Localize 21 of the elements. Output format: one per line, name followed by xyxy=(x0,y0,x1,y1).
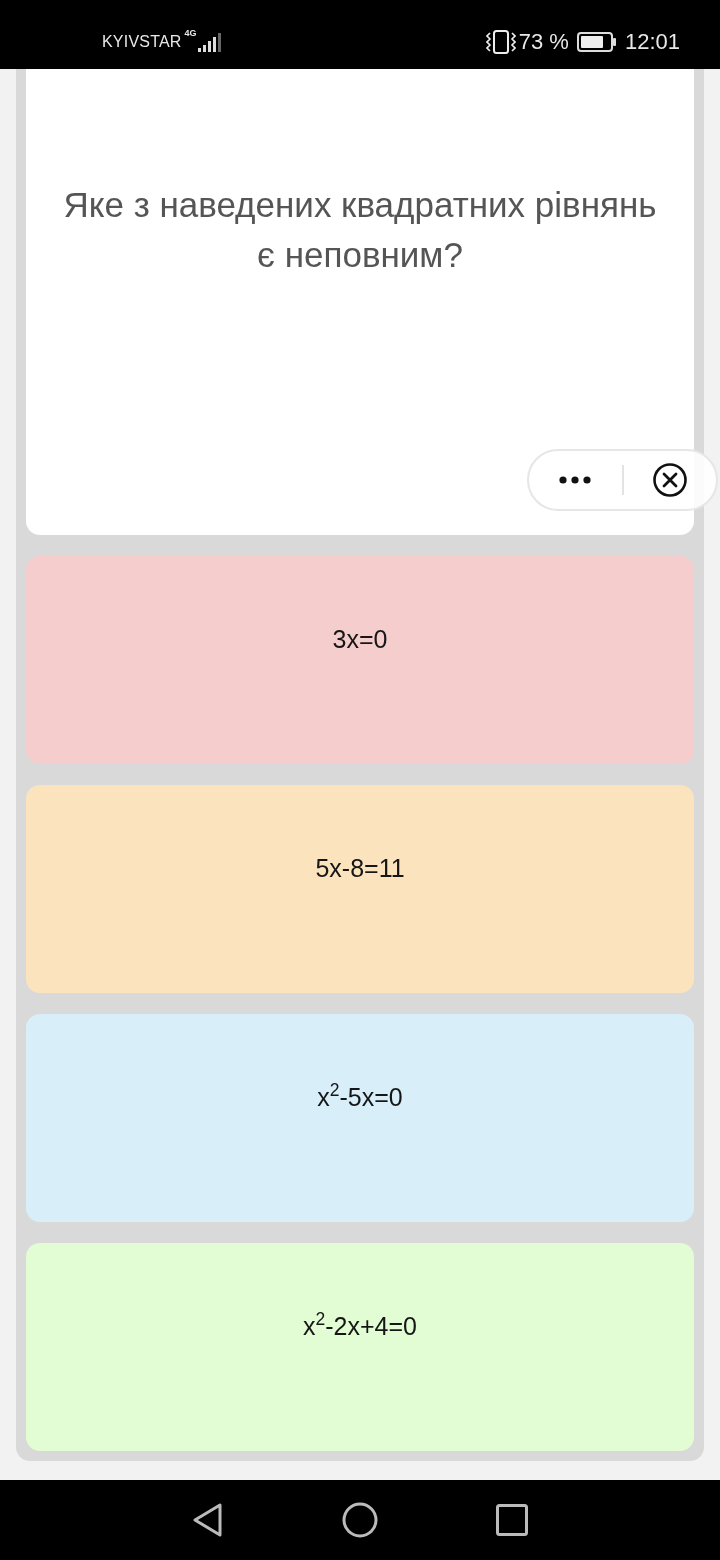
answer-option[interactable]: x$^{2}$-2x+4=0 xyxy=(26,1243,694,1451)
answer-option[interactable]: 5x-8=11 xyxy=(26,785,694,993)
battery-icon xyxy=(576,31,617,52)
home-icon xyxy=(342,1502,378,1538)
network-type: 4G xyxy=(184,28,197,38)
answer-text: x$^{2}$-5x=0 xyxy=(317,1082,403,1112)
answer-text: 5x-8=11 xyxy=(315,853,405,883)
answer-text: x$^{2}$-2x+4=0 xyxy=(303,1311,417,1341)
more-icon xyxy=(559,476,592,484)
question-text: Яке з наведених квадратних рівнянь є неповним? xyxy=(62,184,658,276)
close-icon xyxy=(652,463,687,497)
carrier-name: KYIVSTAR xyxy=(102,32,182,51)
answer-text: 3x=0 xyxy=(332,624,388,654)
clock-time: 12:01 xyxy=(624,28,680,55)
recents-icon xyxy=(496,1504,528,1536)
back-icon xyxy=(192,1502,224,1538)
answer-option[interactable]: x$^{2}$-5x=0 xyxy=(26,1014,694,1222)
signal-icon xyxy=(197,30,222,53)
battery-percent: 73 % xyxy=(518,28,569,55)
answer-option[interactable]: 3x=0 xyxy=(26,556,694,764)
vibrate-icon xyxy=(485,29,516,54)
